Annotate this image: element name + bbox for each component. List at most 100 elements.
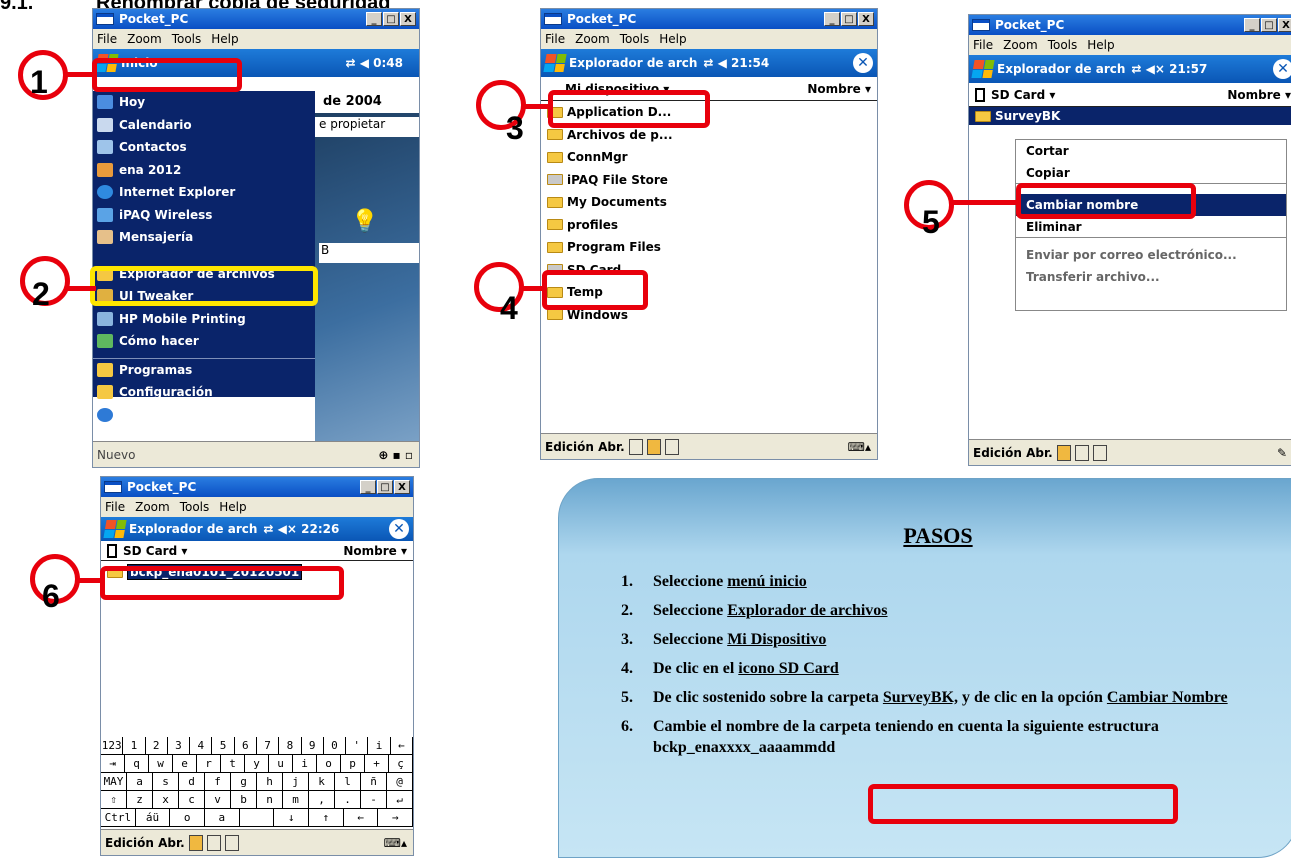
menu-item-contactos[interactable]: Contactos <box>93 136 315 159</box>
keyboard-key[interactable]: t <box>221 755 245 772</box>
menu-item-hoy[interactable]: Hoy <box>93 91 315 114</box>
list-item[interactable]: profiles <box>547 214 877 237</box>
keyboard-key[interactable] <box>240 809 275 826</box>
keyboard-key[interactable]: g <box>231 773 257 790</box>
keyboard-key[interactable]: l <box>335 773 361 790</box>
keyboard-key[interactable]: 8 <box>279 737 302 754</box>
menu-item-como-hacer[interactable]: Cómo hacer <box>93 330 315 353</box>
keyboard-key[interactable]: . <box>335 791 361 808</box>
selected-folder[interactable]: SurveyBK <box>969 107 1291 125</box>
menu-item-ena[interactable]: ena 2012 <box>93 159 315 182</box>
menu-item-internet-explorer[interactable]: Internet Explorer <box>93 181 315 204</box>
restore-button[interactable]: □ <box>841 12 857 26</box>
list-item[interactable]: iPAQ File Store <box>547 169 877 192</box>
keyboard-key[interactable]: 7 <box>257 737 280 754</box>
keyboard-key[interactable]: e <box>173 755 197 772</box>
menu-item-ayuda[interactable]: Ayuda <box>93 404 315 427</box>
menu-item-configuracion[interactable]: Configuración <box>93 381 315 404</box>
menu-item-hp-printing[interactable]: HP Mobile Printing <box>93 308 315 331</box>
keyboard-key[interactable]: d <box>179 773 205 790</box>
menu-item-calendario[interactable]: Calendario <box>93 114 315 137</box>
keyboard-key[interactable]: a <box>127 773 153 790</box>
keyboard-key[interactable]: ↑ <box>309 809 344 826</box>
minimize-button[interactable]: _ <box>366 12 382 26</box>
keyboard-key[interactable]: ← <box>391 737 413 754</box>
keyboard-key[interactable]: o <box>317 755 341 772</box>
keyboard-key[interactable]: → <box>378 809 413 826</box>
keyboard-key[interactable]: + <box>365 755 389 772</box>
ctx-cortar[interactable]: Cortar <box>1016 140 1286 162</box>
keyboard-key[interactable]: j <box>283 773 309 790</box>
list-item[interactable]: My Documents <box>547 191 877 214</box>
keyboard-key[interactable]: ' <box>346 737 369 754</box>
keyboard-key[interactable]: o <box>170 809 206 826</box>
keyboard-key[interactable]: m <box>283 791 309 808</box>
keyboard-key[interactable]: ⇥ <box>101 755 125 772</box>
keyboard-key[interactable]: 4 <box>190 737 213 754</box>
close-button[interactable]: X <box>858 12 874 26</box>
menu-item-programas[interactable]: Programas <box>93 359 315 382</box>
card-dropdown[interactable]: SD Card ▾ <box>991 88 1055 102</box>
keyboard-key[interactable]: w <box>149 755 173 772</box>
ctx-copiar[interactable]: Copiar <box>1016 162 1286 184</box>
keyboard-key[interactable]: 1 <box>123 737 146 754</box>
keyboard-key[interactable]: a <box>205 809 240 826</box>
keyboard-key[interactable]: - <box>361 791 387 808</box>
keyboard-key[interactable]: áü <box>136 809 171 826</box>
menu-file[interactable]: File <box>97 32 117 46</box>
close-button[interactable]: X <box>400 12 416 26</box>
keyboard-key[interactable]: p <box>341 755 365 772</box>
keyboard-key[interactable]: i <box>293 755 317 772</box>
keyboard-key[interactable]: @ <box>387 773 413 790</box>
keyboard-key[interactable]: u <box>269 755 293 772</box>
keyboard-key[interactable]: ↵ <box>387 791 413 808</box>
keyboard-key[interactable]: s <box>153 773 179 790</box>
keyboard-key[interactable]: 2 <box>146 737 168 754</box>
keyboard-icon[interactable]: ⌨▴ <box>384 836 407 850</box>
keyboard-key[interactable]: Ctrl <box>101 809 136 826</box>
keyboard-key[interactable]: ñ <box>361 773 387 790</box>
keyboard-key[interactable]: MAY <box>101 773 127 790</box>
menu-item-ipaq-wireless[interactable]: iPAQ Wireless <box>93 204 315 227</box>
edit-menu[interactable]: Edición Abr. <box>545 440 625 454</box>
keyboard-key[interactable]: r <box>197 755 221 772</box>
menu-item-mensajeria[interactable]: Mensajería <box>93 226 315 249</box>
keyboard-key[interactable]: x <box>153 791 179 808</box>
close-circle-icon[interactable]: ✕ <box>1273 59 1291 79</box>
keyboard-key[interactable]: ⇧ <box>101 791 127 808</box>
menu-help[interactable]: Help <box>211 32 238 46</box>
restore-button[interactable]: □ <box>383 12 399 26</box>
keyboard-key[interactable]: z <box>127 791 153 808</box>
menu-zoom[interactable]: Zoom <box>127 32 162 46</box>
list-item[interactable]: ConnMgr <box>547 146 877 169</box>
keyboard-key[interactable]: y <box>245 755 269 772</box>
menu-tools[interactable]: Tools <box>172 32 202 46</box>
keyboard-key[interactable]: f <box>205 773 231 790</box>
keyboard-key[interactable]: n <box>257 791 283 808</box>
keyboard-key[interactable]: ç <box>389 755 413 772</box>
pen-icon[interactable]: ✎ <box>1277 446 1287 460</box>
keyboard-key[interactable]: 123 <box>101 737 124 754</box>
keyboard-key[interactable]: i <box>368 737 391 754</box>
close-circle-icon[interactable]: ✕ <box>853 53 873 73</box>
minimize-button[interactable]: _ <box>824 12 840 26</box>
ctx-transferir[interactable]: Transferir archivo... <box>1016 266 1286 288</box>
keyboard-key[interactable]: 0 <box>324 737 347 754</box>
keyboard-icon[interactable]: ⌨▴ <box>848 440 871 454</box>
keyboard-key[interactable]: 6 <box>235 737 257 754</box>
keyboard-key[interactable]: ← <box>344 809 379 826</box>
sort-dropdown[interactable]: Nombre ▾ <box>807 82 871 96</box>
keyboard-key[interactable]: 3 <box>168 737 191 754</box>
keyboard-key[interactable]: k <box>309 773 335 790</box>
keyboard-key[interactable]: ↓ <box>274 809 310 826</box>
new-button[interactable]: Nuevo <box>97 448 135 462</box>
keyboard-key[interactable]: , <box>309 791 335 808</box>
keyboard-key[interactable]: h <box>257 773 283 790</box>
keyboard-key[interactable]: 5 <box>212 737 235 754</box>
keyboard-key[interactable]: c <box>179 791 205 808</box>
ctx-eliminar[interactable]: Eliminar <box>1016 216 1286 238</box>
close-circle-icon[interactable]: ✕ <box>389 519 409 539</box>
keyboard-key[interactable]: b <box>231 791 257 808</box>
keyboard-key[interactable]: q <box>125 755 149 772</box>
keyboard-key[interactable]: v <box>205 791 231 808</box>
